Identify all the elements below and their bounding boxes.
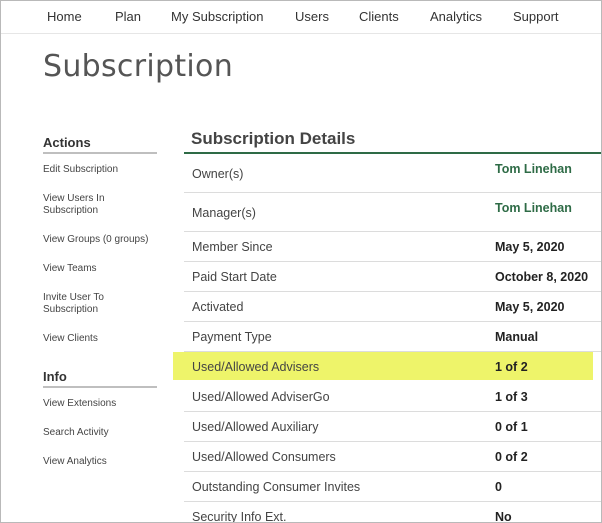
- sidebar-view-analytics[interactable]: View Analytics: [43, 456, 163, 468]
- sidebar-view-teams[interactable]: View Teams: [43, 263, 163, 275]
- nav-home[interactable]: Home: [47, 9, 82, 24]
- detail-row-security-info-ext: Security Info Ext. No: [184, 502, 601, 523]
- detail-value: October 8, 2020: [495, 270, 589, 284]
- detail-row-paid-start-date: Paid Start Date October 8, 2020: [184, 262, 601, 292]
- nav-my-subscription[interactable]: My Subscription: [171, 9, 263, 24]
- sidebar-view-users-in-subscription[interactable]: View Users In Subscription: [43, 193, 135, 217]
- detail-value: No: [495, 510, 512, 523]
- detail-value: May 5, 2020: [495, 300, 565, 314]
- sidebar-search-activity[interactable]: Search Activity: [43, 427, 163, 439]
- detail-row-payment-type: Payment Type Manual: [184, 322, 601, 352]
- detail-label: Outstanding Consumer Invites: [192, 480, 361, 494]
- detail-row-activated: Activated May 5, 2020: [184, 292, 601, 322]
- nav-support[interactable]: Support: [513, 9, 559, 24]
- detail-row-outstanding-consumer-invites: Outstanding Consumer Invites 0: [184, 472, 601, 502]
- detail-value: 1 of 2: [495, 360, 528, 374]
- detail-row-used-allowed-advisers: Used/Allowed Advisers 1 of 2: [184, 352, 601, 382]
- detail-value: 0 of 2: [495, 450, 528, 464]
- detail-row-member-since: Member Since May 5, 2020: [184, 232, 601, 262]
- detail-label: Owner(s): [192, 167, 244, 181]
- sidebar-info-heading: Info: [43, 369, 157, 388]
- detail-value: May 5, 2020: [495, 240, 565, 254]
- detail-label: Used/Allowed AdviserGo: [192, 390, 330, 404]
- detail-row-used-allowed-consumers: Used/Allowed Consumers 0 of 2: [184, 442, 601, 472]
- detail-label: Security Info Ext.: [192, 510, 287, 523]
- detail-label: Used/Allowed Auxiliary: [192, 420, 319, 434]
- top-navigation: Home Plan My Subscription Users Clients …: [1, 1, 601, 34]
- detail-value: 0: [495, 480, 502, 494]
- detail-value: 1 of 3: [495, 390, 528, 404]
- sidebar-view-groups[interactable]: View Groups (0 groups): [43, 234, 163, 246]
- detail-label: Activated: [192, 300, 244, 314]
- nav-clients[interactable]: Clients: [359, 9, 399, 24]
- nav-users[interactable]: Users: [295, 9, 329, 24]
- detail-label: Payment Type: [192, 330, 272, 344]
- sidebar-view-clients[interactable]: View Clients: [43, 333, 163, 345]
- detail-row-owners: Owner(s) Tom Linehan: [184, 154, 601, 193]
- sidebar-invite-user-to-subscription[interactable]: Invite User To Subscription: [43, 292, 129, 316]
- detail-value: 0 of 1: [495, 420, 528, 434]
- sidebar-edit-subscription[interactable]: Edit Subscription: [43, 164, 163, 176]
- nav-plan[interactable]: Plan: [115, 9, 141, 24]
- sidebar-actions-heading: Actions: [43, 135, 157, 154]
- detail-row-managers: Manager(s) Tom Linehan: [184, 193, 601, 232]
- sidebar-view-extensions[interactable]: View Extensions: [43, 398, 163, 410]
- detail-value: Manual: [495, 330, 539, 344]
- page-title: Subscription: [43, 49, 234, 84]
- detail-label: Used/Allowed Consumers: [192, 450, 336, 464]
- subscription-details-heading: Subscription Details: [191, 129, 356, 148]
- detail-row-used-allowed-advisergo: Used/Allowed AdviserGo 1 of 3: [184, 382, 601, 412]
- detail-label: Used/Allowed Advisers: [192, 360, 320, 374]
- detail-label: Manager(s): [192, 206, 256, 220]
- detail-row-used-allowed-auxiliary: Used/Allowed Auxiliary 0 of 1: [184, 412, 601, 442]
- detail-label: Member Since: [192, 240, 273, 254]
- app-window: Home Plan My Subscription Users Clients …: [0, 0, 602, 523]
- manager-link[interactable]: Tom Linehan: [495, 201, 572, 215]
- detail-label: Paid Start Date: [192, 270, 277, 284]
- owner-link[interactable]: Tom Linehan: [495, 162, 572, 176]
- nav-analytics[interactable]: Analytics: [430, 9, 482, 24]
